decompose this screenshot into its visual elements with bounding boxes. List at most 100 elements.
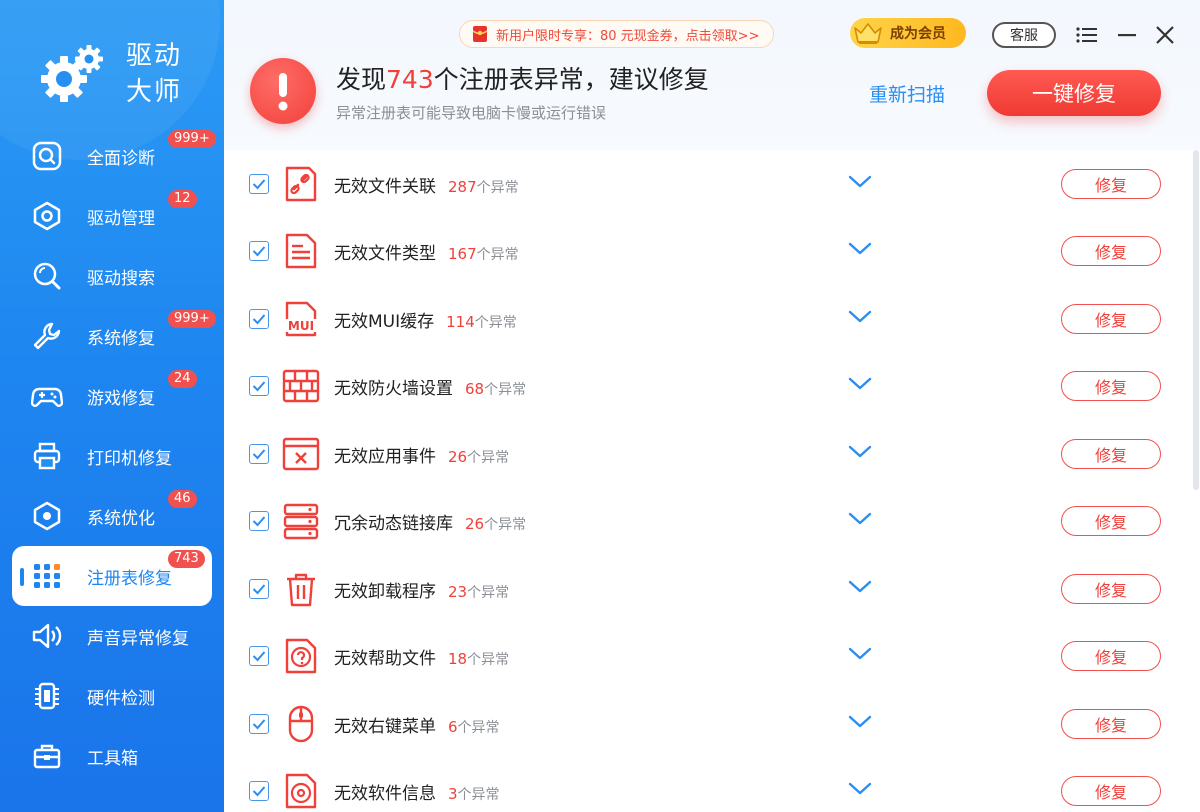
fix-button[interactable]: 修复 [1061,303,1161,334]
sidebar-item-registry-repair[interactable]: 注册表修复 743 [12,546,212,606]
fix-button[interactable]: 修复 [1061,438,1161,469]
sidebar-item-printer-repair[interactable]: 打印机修复 [12,426,212,486]
check-icon [252,449,266,460]
row-checkbox[interactable] [249,308,269,329]
issue-name: 无效应用事件 [334,446,436,467]
sidebar-item-system-repair[interactable]: 系统修复 999+ [12,306,216,366]
chevron-down-icon[interactable] [848,309,872,325]
customer-service-button[interactable]: 客服 [992,22,1056,48]
issue-unit: 个异常 [484,382,527,399]
window-error-icon [282,435,320,473]
row-checkbox[interactable] [249,443,269,464]
row-checkbox[interactable] [249,173,269,194]
list-item: 无效帮助文件 18个异常 修复 [224,623,1200,691]
list-item: 无效文件关联 287个异常 修复 [224,150,1200,218]
issue-count: 287 [448,177,477,196]
row-checkbox[interactable] [249,578,269,599]
red-envelope-icon [472,26,488,42]
fix-button[interactable]: 修复 [1061,168,1161,199]
chevron-down-icon[interactable] [848,511,872,527]
minimize-icon[interactable] [1114,22,1140,48]
issue-count: 167 [448,245,477,264]
fix-button[interactable]: 修复 [1061,641,1161,672]
fix-button[interactable]: 修复 [1061,573,1161,604]
issue-name: 无效软件信息 [334,784,436,805]
sidebar-item-toolbox[interactable]: 工具箱 [12,726,212,786]
issue-name: 无效帮助文件 [334,649,436,670]
issue-label: 无效应用事件 26个异常 [334,442,509,467]
menu-icon[interactable] [1074,22,1100,48]
sidebar-item-game-repair[interactable]: 游戏修复 24 [12,366,212,426]
check-icon [252,179,266,190]
fix-button[interactable]: 修复 [1061,708,1161,739]
chevron-down-icon[interactable] [848,174,872,190]
row-checkbox[interactable] [249,713,269,734]
issue-unit: 个异常 [467,449,510,466]
issue-unit: 个异常 [467,652,510,669]
page-title: 发现743个注册表异常，建议修复 [336,60,709,96]
sidebar-item-label: 驱动搜索 [87,268,155,289]
sidebar-item-label: 硬件检测 [87,688,155,709]
count-badge: 12 [168,190,197,208]
issue-count: 68 [465,380,485,399]
sidebar-item-hardware-detect[interactable]: 硬件检测 [12,666,212,726]
issue-unit: 个异常 [476,247,519,264]
optimize-icon [30,499,64,533]
sidebar-item-driver-manage[interactable]: 驱动管理 12 [12,186,212,246]
close-icon[interactable] [1152,22,1178,48]
sidebar-item-label: 打印机修复 [87,448,172,469]
chevron-down-icon[interactable] [848,646,872,662]
sidebar-item-label: 驱动管理 [87,208,155,229]
list-item: 无效软件信息 3个异常 修复 [224,758,1200,812]
sidebar-item-label: 工具箱 [87,748,138,769]
chevron-down-icon[interactable] [848,781,872,797]
issue-name: 无效文件关联 [334,176,436,197]
fix-button[interactable]: 修复 [1061,776,1161,807]
gears-logo-icon [41,45,103,102]
issue-label: 无效文件关联 287个异常 [334,172,519,197]
fix-button[interactable]: 修复 [1061,506,1161,537]
list-item: 无效右键菜单 6个异常 修复 [224,690,1200,758]
sidebar-nav: 全面诊断 999+ 驱动管理 12 驱动搜索 系统修复 999+ 游戏修复 24… [12,126,216,786]
sidebar-item-full-diagnosis[interactable]: 全面诊断 999+ [12,126,216,186]
count-badge: 999+ [168,310,216,328]
fix-button[interactable]: 修复 [1061,371,1161,402]
list-item: 冗余动态链接库 26个异常 修复 [224,488,1200,556]
sidebar-item-sound-repair[interactable]: 声音异常修复 [12,606,212,666]
check-icon [252,651,266,662]
check-icon [252,719,266,730]
count-badge: 743 [168,550,205,568]
sidebar-item-system-optimize[interactable]: 系统优化 46 [12,486,212,546]
list-item: MUI 无效MUI缓存 114个异常 修复 [224,285,1200,353]
chevron-down-icon[interactable] [848,241,872,257]
magnifier-icon [30,259,64,293]
row-checkbox[interactable] [249,241,269,262]
row-checkbox[interactable] [249,781,269,802]
issue-name: 无效文件类型 [334,244,436,265]
chevron-down-icon[interactable] [848,579,872,595]
fix-button[interactable]: 修复 [1061,236,1161,267]
alert-icon [250,58,316,124]
document-icon [282,232,320,270]
row-checkbox[interactable] [249,376,269,397]
chevron-down-icon[interactable] [848,444,872,460]
fix-all-button[interactable]: 一键修复 [987,70,1161,116]
issue-label: 无效MUI缓存 114个异常 [334,307,517,332]
list-item: 无效防火墙设置 68个异常 修复 [224,353,1200,421]
app-title-line2: 大师 [126,77,183,107]
issue-unit: 个异常 [467,584,510,601]
row-checkbox[interactable] [249,646,269,667]
chip-icon [30,679,64,713]
sidebar-item-driver-search[interactable]: 驱动搜索 [12,246,212,306]
chevron-down-icon[interactable] [848,376,872,392]
issue-label: 无效防火墙设置 68个异常 [334,374,526,399]
issue-list: 无效文件关联 287个异常 修复 无效文件类型 167个异常 修复 MUI 无效MU… [224,150,1200,812]
issue-unit: 个异常 [457,787,500,804]
sidebar-item-label: 系统优化 [87,508,155,529]
row-checkbox[interactable] [249,511,269,532]
chevron-down-icon[interactable] [848,714,872,730]
become-vip-button[interactable]: 成为会员 [850,18,966,48]
promo-text: 新用户限时专享：80 元现金券，点击领取>> [496,28,760,44]
promo-banner[interactable]: 新用户限时专享：80 元现金券，点击领取>> [459,20,775,48]
rescan-link[interactable]: 重新扫描 [869,80,945,107]
